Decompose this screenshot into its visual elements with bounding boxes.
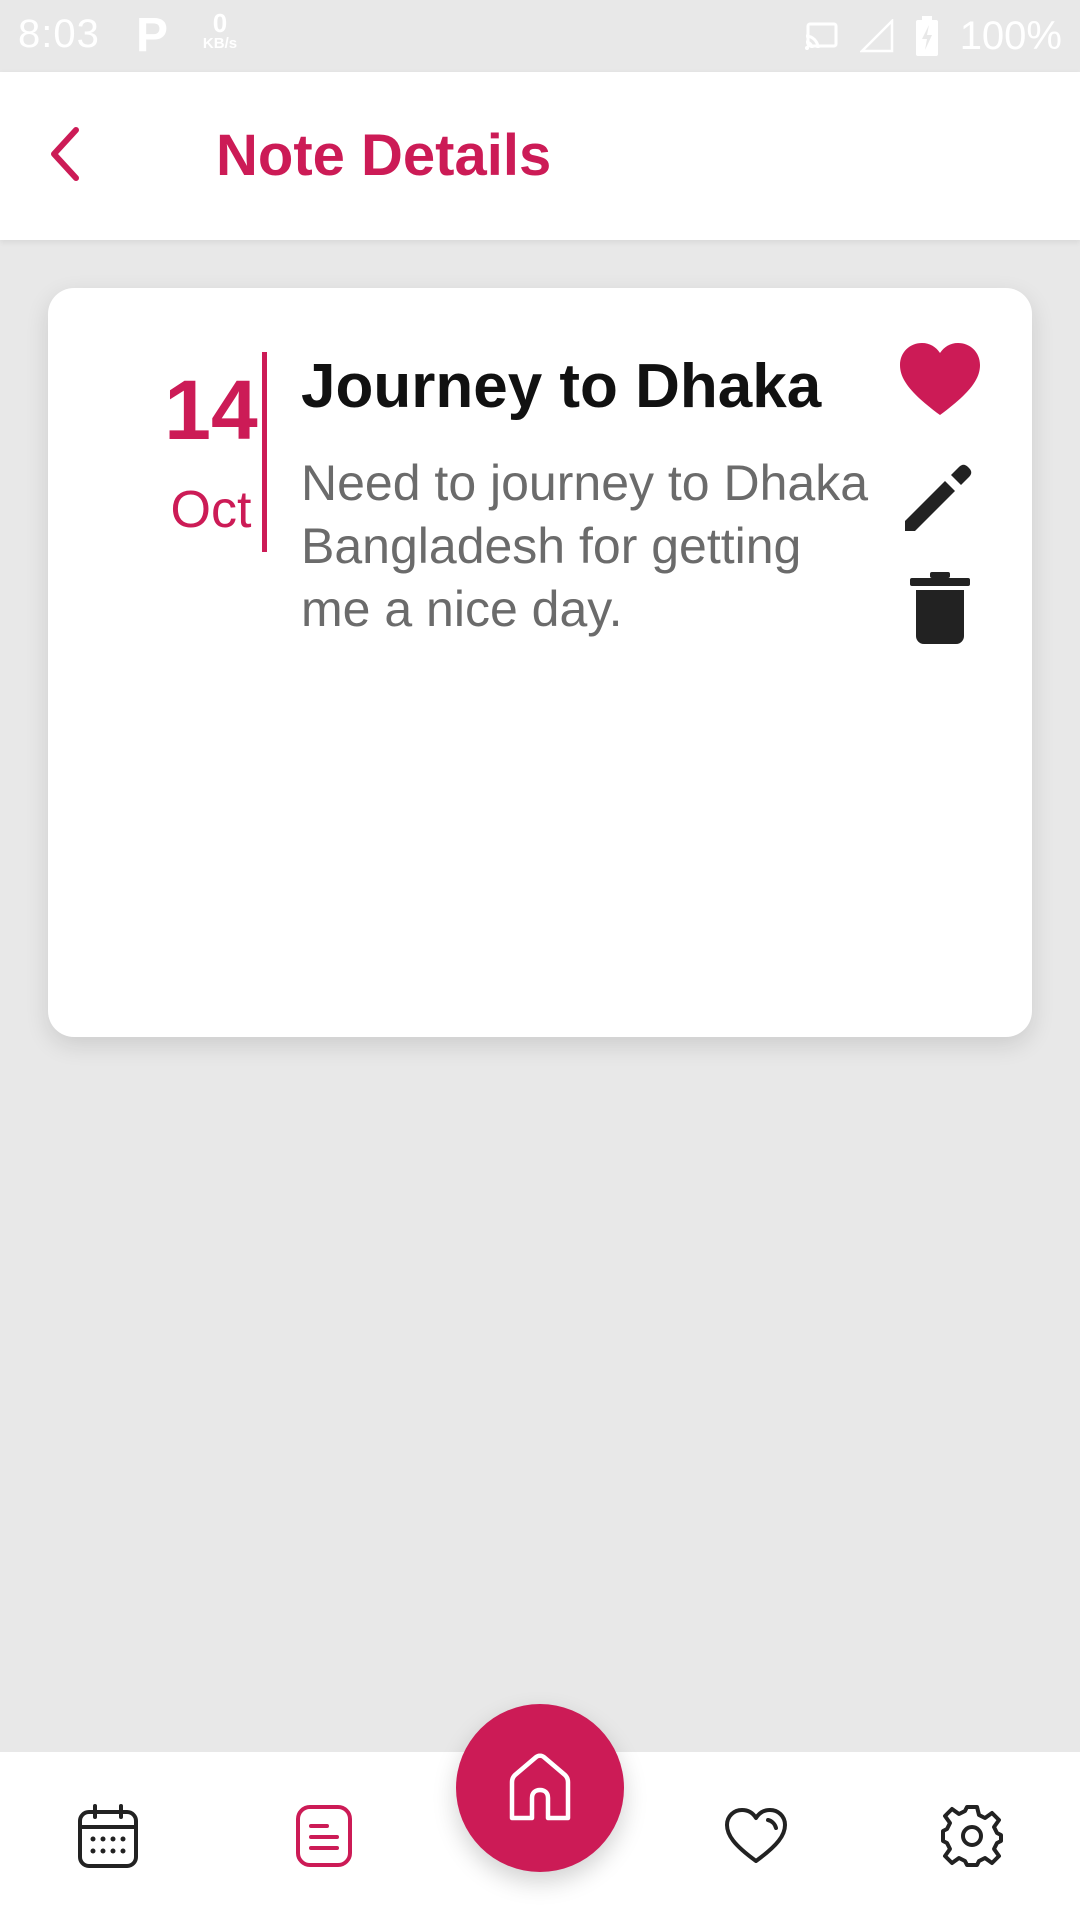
network-speed-unit: KB/s <box>202 35 238 52</box>
status-time: 8:03 <box>18 12 100 56</box>
note-card: 14 Oct Journey to Dhaka Need to journey … <box>48 288 1032 1037</box>
notes-icon <box>296 1805 352 1867</box>
cast-icon <box>804 22 838 50</box>
parking-notification-icon: P <box>136 9 169 62</box>
gear-icon <box>941 1805 1003 1867</box>
page-title: Note Details <box>216 123 552 188</box>
trash-icon <box>910 572 970 644</box>
nav-settings[interactable] <box>936 1800 1008 1872</box>
signal-icon <box>859 19 893 53</box>
note-body: Need to journey to Dhaka Bangladesh for … <box>301 455 869 637</box>
nav-notes[interactable] <box>288 1800 360 1872</box>
nav-favorites[interactable] <box>720 1800 792 1872</box>
heart-outline-icon <box>725 1808 787 1863</box>
battery-charging-icon <box>915 16 938 56</box>
network-speed: 0 KB/s <box>196 10 244 51</box>
chevron-left-icon <box>51 127 79 181</box>
favorite-button[interactable] <box>898 338 982 422</box>
delete-button[interactable] <box>898 566 982 650</box>
note-title: Journey to Dhaka <box>301 352 822 421</box>
network-speed-value: 0 <box>212 8 228 38</box>
calendar-icon <box>78 1804 138 1868</box>
heart-icon <box>900 343 980 415</box>
note-date-month: Oct <box>170 481 252 539</box>
battery-percent: 100% <box>959 13 1062 58</box>
edit-button[interactable] <box>898 454 982 538</box>
note-date-day: 14 <box>164 363 258 457</box>
status-indicators: 100% <box>804 12 1062 60</box>
app-bar: Note Details <box>0 72 1080 240</box>
status-bar: 8:03 P 0 KB/s 100% <box>0 0 1080 72</box>
date-divider <box>262 352 267 552</box>
home-icon <box>509 1753 571 1821</box>
back-button[interactable] <box>40 122 104 186</box>
nav-calendar[interactable] <box>72 1800 144 1872</box>
pencil-icon <box>905 464 972 531</box>
home-button[interactable] <box>456 1704 624 1872</box>
